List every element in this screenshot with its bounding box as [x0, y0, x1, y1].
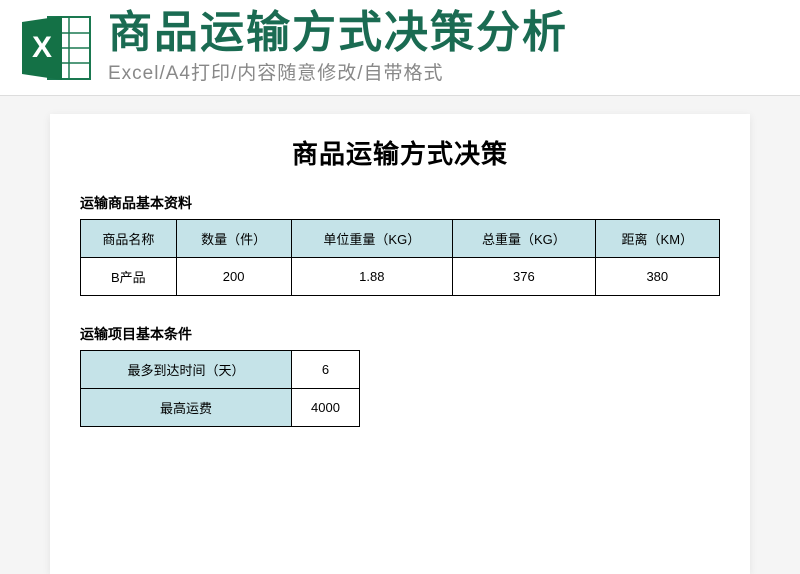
- cell-value-maxfee: 4000: [291, 389, 359, 427]
- col-header: 总重量（KG）: [453, 220, 595, 258]
- col-header: 单位重量（KG）: [291, 220, 453, 258]
- table-row: B产品 200 1.88 376 380: [81, 258, 720, 296]
- cell-quantity: 200: [176, 258, 291, 296]
- main-title: 商品运输方式决策分析: [108, 10, 782, 56]
- cell-unit-weight: 1.88: [291, 258, 453, 296]
- excel-icon-letter: X: [32, 31, 52, 64]
- document-title: 商品运输方式决策: [80, 134, 720, 171]
- sub-title: Excel/A4打印/内容随意修改/自带格式: [108, 58, 782, 85]
- cell-distance: 380: [595, 258, 719, 296]
- section1-label: 运输商品基本资料: [80, 193, 720, 213]
- header-bar: X 商品运输方式决策分析 Excel/A4打印/内容随意修改/自带格式: [0, 0, 800, 96]
- table-row: 最高运费 4000: [81, 389, 360, 427]
- table-row: 最多到达时间（天） 6: [81, 351, 360, 389]
- document-page: 商品运输方式决策 运输商品基本资料 商品名称 数量（件） 单位重量（KG） 总重…: [50, 114, 750, 574]
- title-block: 商品运输方式决策分析 Excel/A4打印/内容随意修改/自带格式: [108, 10, 782, 85]
- conditions-table: 最多到达时间（天） 6 最高运费 4000: [80, 350, 360, 427]
- table-header-row: 商品名称 数量（件） 单位重量（KG） 总重量（KG） 距离（KM）: [81, 220, 720, 258]
- cell-label-arrival: 最多到达时间（天）: [81, 351, 292, 389]
- col-header: 数量（件）: [176, 220, 291, 258]
- section2-label: 运输项目基本条件: [80, 324, 720, 344]
- cell-product-name: B产品: [81, 258, 177, 296]
- cell-value-arrival: 6: [291, 351, 359, 389]
- cell-label-maxfee: 最高运费: [81, 389, 292, 427]
- col-header: 商品名称: [81, 220, 177, 258]
- product-info-table: 商品名称 数量（件） 单位重量（KG） 总重量（KG） 距离（KM） B产品 2…: [80, 219, 720, 296]
- col-header: 距离（KM）: [595, 220, 719, 258]
- cell-total-weight: 376: [453, 258, 595, 296]
- excel-icon: X: [18, 12, 96, 84]
